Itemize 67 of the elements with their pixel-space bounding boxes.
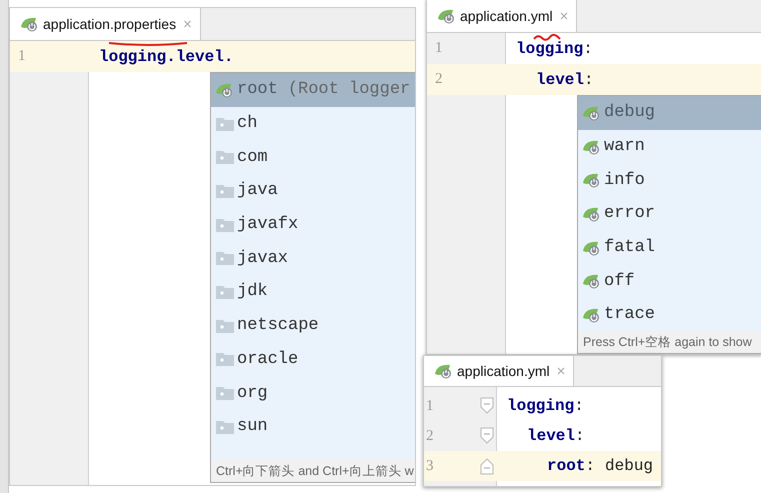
spring-leaf-icon bbox=[20, 16, 40, 32]
code-colon: : bbox=[584, 70, 594, 88]
completion-item[interactable]: netscape bbox=[211, 308, 415, 342]
tab-label: application.properties bbox=[43, 16, 176, 32]
spring-leaf-icon bbox=[215, 82, 235, 98]
completion-item[interactable]: org bbox=[211, 376, 415, 410]
file-tab[interactable]: application.yml × bbox=[427, 0, 578, 32]
folder-icon bbox=[215, 351, 235, 368]
completion-item[interactable]: off bbox=[578, 264, 761, 298]
spring-leaf-icon bbox=[582, 104, 602, 121]
file-tab[interactable]: application.properties × bbox=[10, 8, 201, 40]
completion-item[interactable]: trace bbox=[578, 298, 761, 331]
line-number: 1 bbox=[18, 48, 26, 65]
completion-item[interactable]: warn bbox=[578, 130, 761, 164]
folder-icon bbox=[215, 182, 235, 199]
spring-leaf-icon bbox=[582, 306, 602, 323]
folder-icon bbox=[215, 284, 235, 300]
squiggle-mark bbox=[533, 33, 561, 41]
code-colon: : bbox=[575, 427, 585, 445]
line-number: 2 bbox=[435, 71, 442, 88]
completion-item[interactable]: ch bbox=[211, 106, 415, 140]
code-colon: : bbox=[583, 40, 593, 58]
line-number: 2 bbox=[426, 428, 434, 444]
line-number: 1 bbox=[426, 398, 434, 414]
spring-leaf-icon bbox=[582, 273, 602, 290]
folder-icon bbox=[215, 385, 235, 402]
completion-item[interactable]: oracle bbox=[211, 342, 415, 376]
spring-leaf-icon bbox=[582, 240, 602, 256]
code-value: debug bbox=[605, 457, 654, 475]
code-key: level bbox=[536, 70, 584, 88]
completion-item[interactable]: sun bbox=[211, 410, 415, 444]
tab-label: application.yml bbox=[460, 8, 553, 24]
code-key: root bbox=[547, 457, 586, 475]
tab-label: application.yml bbox=[457, 363, 550, 379]
line-number: 3 bbox=[426, 458, 434, 474]
code-key: logging bbox=[507, 397, 574, 415]
completion-hint: Ctrl+向下箭头 and Ctrl+向上箭头 w bbox=[211, 460, 415, 482]
code-key: level bbox=[527, 427, 576, 445]
spring-leaf-icon bbox=[437, 8, 457, 24]
completion-item[interactable]: info bbox=[578, 163, 761, 198]
spring-leaf-icon bbox=[434, 363, 454, 379]
folder-icon bbox=[215, 418, 235, 435]
completion-item[interactable]: jdk bbox=[211, 275, 415, 309]
completion-hint: Press Ctrl+空格 again to show bbox=[578, 331, 761, 353]
code-colon: : bbox=[585, 457, 596, 475]
completion-item[interactable]: com bbox=[211, 140, 415, 174]
line-number: 1 bbox=[435, 40, 442, 57]
spring-leaf-icon bbox=[582, 206, 602, 222]
code-colon: : bbox=[574, 397, 584, 415]
completion-item[interactable]: java bbox=[211, 174, 415, 208]
completion-item[interactable]: javafx bbox=[211, 208, 415, 242]
fold-marker-icon[interactable] bbox=[480, 427, 494, 445]
fold-marker-icon[interactable] bbox=[480, 457, 494, 475]
folder-icon bbox=[215, 216, 235, 233]
code-key: logging bbox=[516, 40, 584, 58]
code-key: logging.level. bbox=[99, 48, 234, 66]
file-tab[interactable]: application.yml × bbox=[424, 356, 574, 386]
completion-item[interactable]: error bbox=[578, 197, 761, 231]
spring-leaf-icon bbox=[582, 172, 602, 188]
folder-icon bbox=[215, 116, 235, 132]
folder-icon bbox=[215, 318, 235, 334]
completion-item[interactable]: fatal bbox=[578, 230, 761, 264]
completion-item[interactable]: javax bbox=[211, 241, 415, 276]
spring-leaf-icon bbox=[582, 138, 602, 155]
fold-marker-icon[interactable] bbox=[480, 397, 494, 415]
folder-icon bbox=[215, 250, 235, 266]
folder-icon bbox=[215, 149, 235, 166]
